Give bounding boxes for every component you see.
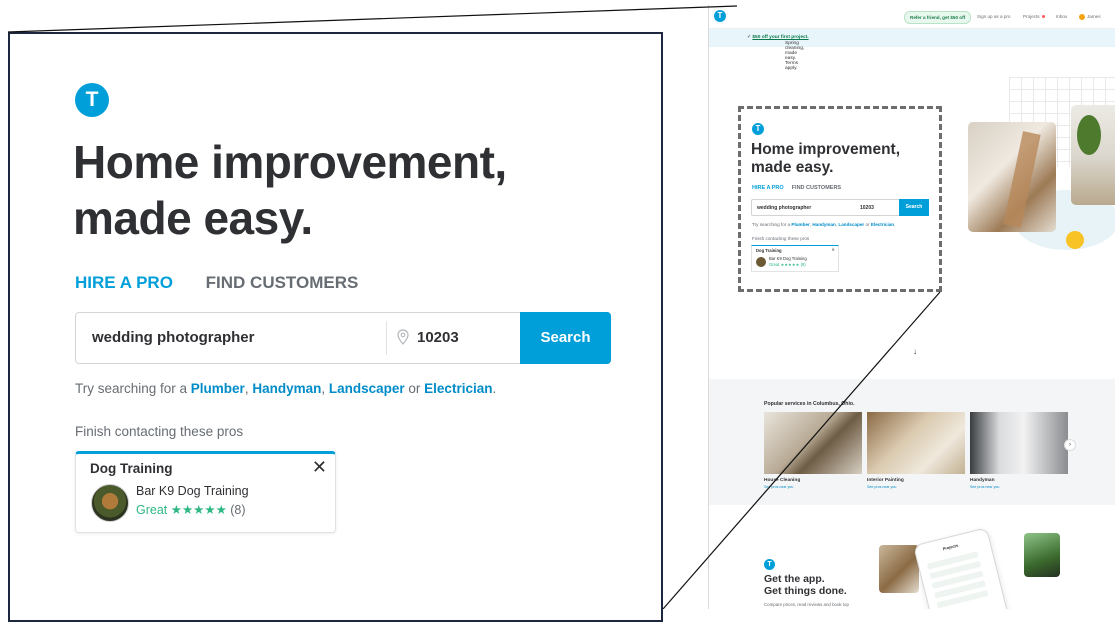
full-page-thumbnail: T Refer a friend, get $50 off Sign up as… xyxy=(708,5,1115,609)
popular-services-title: Popular services in Columbus, Ohio. xyxy=(764,401,855,407)
finish-contacting-label: Finish contacting these pros xyxy=(75,424,244,439)
tab-find-customers[interactable]: FIND CUSTOMERS xyxy=(206,273,359,292)
refer-friend-button[interactable]: Refer a friend, get $50 off xyxy=(904,11,972,24)
suggestion-link-landscaper[interactable]: Landscaper xyxy=(329,381,405,396)
suggestion-link-handyman[interactable]: Handyman xyxy=(252,381,321,396)
service-tile-house-cleaning[interactable]: House Cleaning See pros near you xyxy=(764,412,862,489)
pro-card[interactable]: Dog Training ✕ Bar K9 Dog Training Great… xyxy=(75,451,336,533)
promo-link[interactable]: $50 off your first project. xyxy=(752,35,808,40)
popular-services-section: Popular services in Columbus, Ohio. Hous… xyxy=(709,379,1115,505)
card-title: Dog Training xyxy=(90,461,173,476)
top-nav: T Refer a friend, get $50 off Sign up as… xyxy=(709,5,1115,29)
phone-mockup: Projects xyxy=(913,527,1009,609)
hero-image-kitchen xyxy=(968,122,1056,232)
promo-banner: ✓ $50 off your first project. Spring cle… xyxy=(709,29,1115,71)
decorative-yellow-circle xyxy=(1066,231,1084,249)
headline-line-1: Home improvement, xyxy=(73,136,507,188)
tab-hire-a-pro[interactable]: HIRE A PRO xyxy=(75,273,173,292)
hero-tabs: HIRE A PRO FIND CUSTOMERS xyxy=(75,273,358,293)
notification-dot-icon xyxy=(1041,15,1045,19)
zoom-highlight-box xyxy=(738,106,942,292)
hero-image-plant xyxy=(1071,105,1115,205)
pro-rating: Great ★★★★★ (8) xyxy=(136,503,246,517)
suggestion-link-electrician[interactable]: Electrician xyxy=(424,381,492,396)
pro-avatar xyxy=(91,484,129,522)
suggestion-link-plumber[interactable]: Plumber xyxy=(191,381,245,396)
service-tile-interior-painting[interactable]: Interior Painting See pros near you xyxy=(867,412,965,489)
zoomed-hero-panel: T Home improvement, made easy. HIRE A PRO… xyxy=(8,32,663,622)
thumbtack-logo-icon[interactable]: T xyxy=(75,83,109,117)
nav-signup-pro[interactable]: Sign up as a pro xyxy=(977,14,1010,19)
headline-line-2: made easy. xyxy=(73,192,313,244)
search-button[interactable]: Search xyxy=(520,312,611,364)
search-divider xyxy=(386,321,387,355)
pro-name: Bar K9 Dog Training xyxy=(136,484,249,498)
search-input[interactable]: wedding photographer xyxy=(92,313,255,363)
location-pin-icon xyxy=(397,329,409,345)
service-tile-handyman[interactable]: Handyman See pros near you xyxy=(970,412,1068,489)
app-image-1 xyxy=(879,545,919,593)
star-rating-icon: ★★★★★ xyxy=(170,503,227,517)
hero-headline: Home improvement, made easy. xyxy=(73,134,633,246)
app-headline: Get the app. Get things done. xyxy=(764,573,847,597)
review-count: (8) xyxy=(230,503,246,517)
close-icon[interactable]: ✕ xyxy=(312,457,327,478)
thumbtack-logo-icon[interactable]: T xyxy=(714,10,726,22)
app-subtext: Compare prices, read reviews and book to… xyxy=(764,602,849,607)
search-bar: wedding photographer 10203 Search xyxy=(75,312,611,364)
nav-user-menu[interactable]: James xyxy=(1079,14,1101,20)
zip-code-input[interactable]: 10203 xyxy=(417,313,459,363)
nav-projects[interactable]: Projects xyxy=(1023,14,1045,19)
carousel-next-icon[interactable]: › xyxy=(1064,439,1076,451)
app-logo-icon: T xyxy=(764,559,775,570)
scroll-down-arrow-icon[interactable]: ↓ xyxy=(913,347,917,356)
nav-inbox[interactable]: Inbox xyxy=(1056,14,1067,19)
app-image-2 xyxy=(1024,533,1060,577)
suggestion-text: Try searching for a Plumber, Handyman, L… xyxy=(75,381,497,396)
user-avatar xyxy=(1079,14,1085,20)
